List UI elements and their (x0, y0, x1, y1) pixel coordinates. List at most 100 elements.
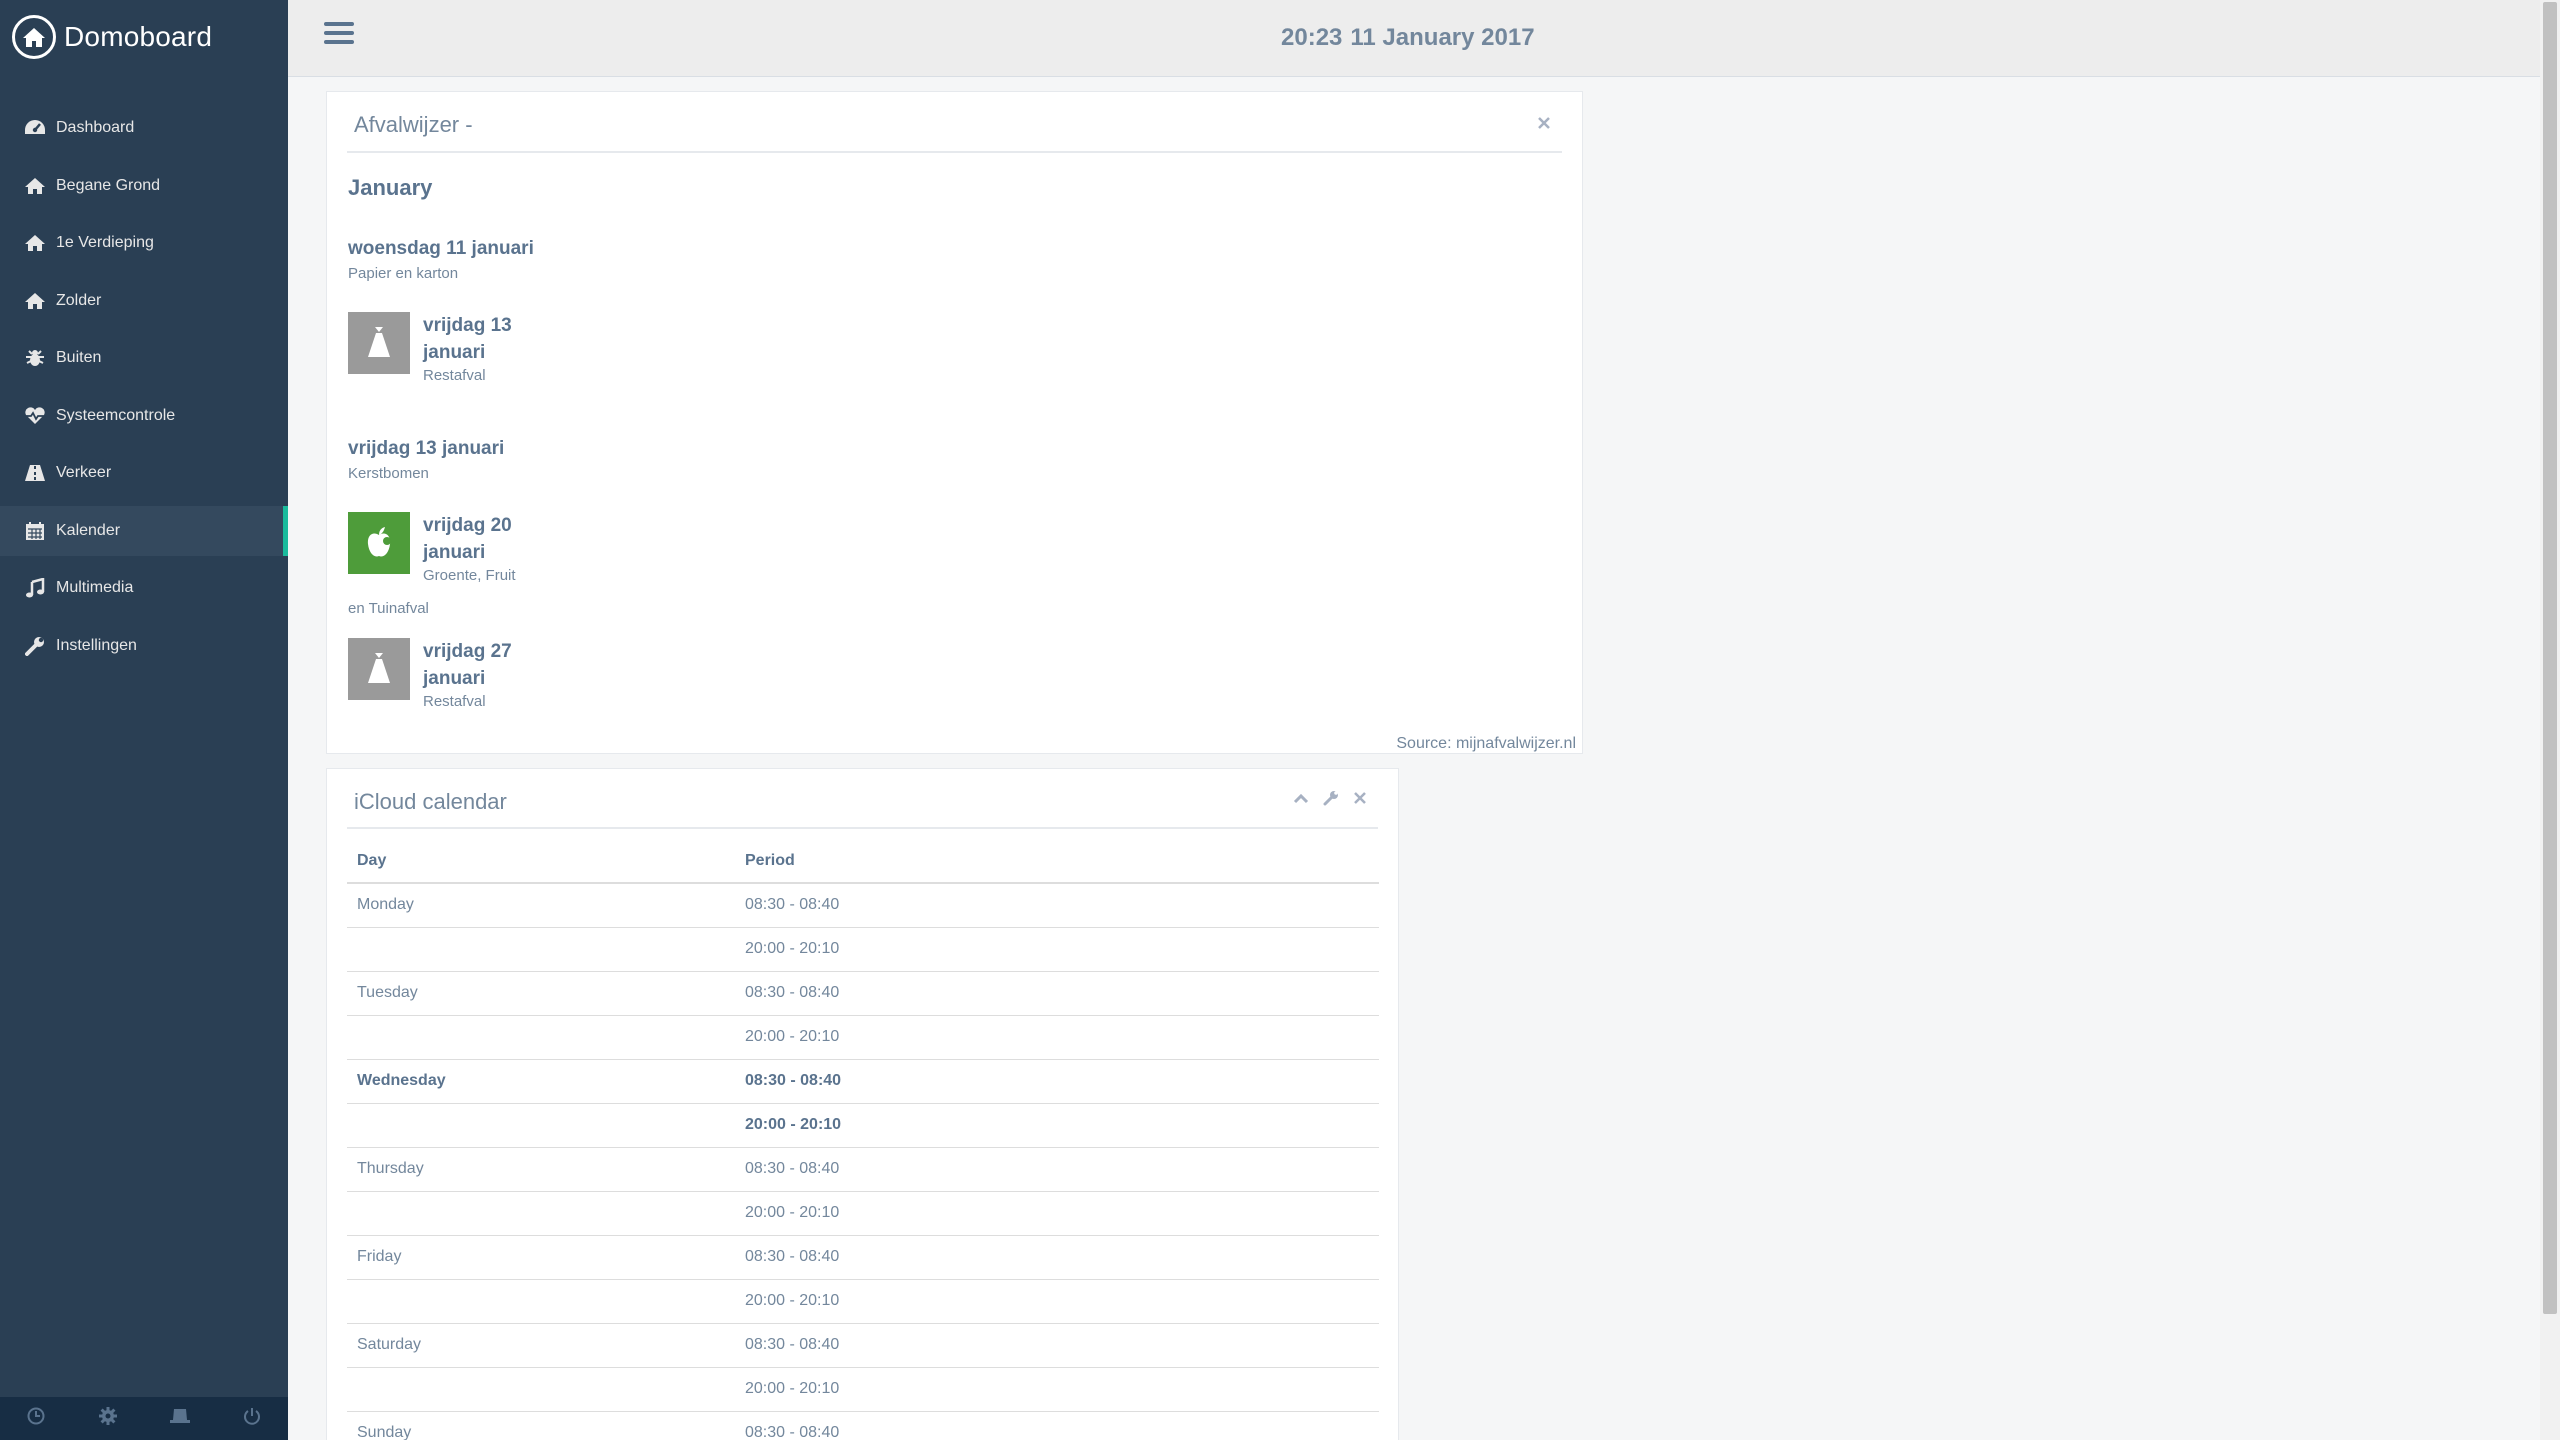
sidebar-footer (0, 1397, 288, 1440)
dashboard-icon (23, 116, 47, 140)
pickup-item: vrijdag 27 januari Restafval (348, 638, 548, 718)
wrench-icon (23, 634, 47, 658)
brand[interactable]: Domoboard (0, 0, 288, 74)
page-scrollbar[interactable] (2540, 0, 2560, 1440)
close-panel-button[interactable] (1349, 789, 1371, 811)
sidebar-item-label: Multimedia (56, 579, 134, 596)
top-nav: 20:23 11 January 2017 (288, 0, 2540, 77)
close-icon (1538, 116, 1550, 134)
sidebar-item-buiten[interactable]: Buiten (0, 333, 288, 383)
heartbeat-icon (23, 404, 47, 428)
sidebar-item-systeemcontrole[interactable]: Systeemcontrole (0, 391, 288, 441)
sidebar-nav: Dashboard Begane Grond 1e Verdieping Zol… (0, 103, 288, 671)
month-heading: January (348, 175, 433, 200)
table-row: Friday 08:30 - 08:40 (347, 1234, 1379, 1279)
day-cell: Friday (347, 1234, 735, 1279)
collection-day-type: Kerstbomen (348, 465, 429, 482)
icloud-calendar-panel: iCloud calendar Day Period Monday 08:30 -… (326, 768, 1399, 1440)
configure-panel-button[interactable] (1320, 789, 1342, 811)
power-icon (243, 1407, 261, 1430)
hamburger-icon (324, 22, 354, 26)
period-cell: 20:00 - 20:10 (735, 1014, 1379, 1059)
sidebar-item-begane-grond[interactable]: Begane Grond (0, 161, 288, 211)
sidebar-item-instellingen[interactable]: Instellingen (0, 621, 288, 671)
period-cell: 08:30 - 08:40 (735, 1058, 1379, 1103)
pickup-date: vrijdag 20 (423, 515, 512, 536)
table-row: Monday 08:30 - 08:40 (347, 882, 1379, 927)
clock-button[interactable] (0, 1397, 72, 1440)
pickup-date: vrijdag 13 (423, 315, 512, 336)
day-cell (347, 1278, 735, 1323)
sidebar-item-multimedia[interactable]: Multimedia (0, 563, 288, 613)
menu-toggle-button[interactable] (324, 22, 354, 48)
day-cell: Thursday (347, 1146, 735, 1191)
gear-icon (98, 1406, 118, 1431)
sidebar-item-label: 1e Verdieping (56, 234, 154, 251)
sidebar-item-zolder[interactable]: Zolder (0, 276, 288, 326)
panel-divider (347, 827, 1378, 829)
pickup-item: vrijdag 13 januari Restafval (348, 312, 548, 392)
table-row: Tuesday 08:30 - 08:40 (347, 970, 1379, 1015)
table-row-today: 20:00 - 20:10 (347, 1102, 1379, 1147)
table-header-row: Day Period (347, 839, 1379, 884)
road-icon (23, 461, 47, 485)
wrench-icon (1323, 790, 1339, 811)
sidebar-item-label: Begane Grond (56, 176, 161, 194)
day-cell (347, 1190, 735, 1235)
sidebar-item-kalender[interactable]: Kalender (0, 505, 288, 556)
collapse-panel-button[interactable] (1290, 789, 1312, 811)
table-row: 20:00 - 20:10 (347, 1278, 1379, 1323)
period-cell: 20:00 - 20:10 (735, 1278, 1379, 1323)
sidebar-item-label: Kalender (56, 521, 121, 539)
bug-icon (23, 346, 47, 370)
hamburger-icon-bar (324, 40, 354, 44)
sidebar-item-verkeer[interactable]: Verkeer (0, 448, 288, 498)
hamburger-icon-bar (324, 31, 354, 35)
day-cell (347, 1014, 735, 1059)
panel-title: Afvalwijzer - (354, 112, 473, 137)
collection-day-heading: vrijdag 13 januari (348, 438, 505, 459)
day-cell: Tuesday (347, 970, 735, 1015)
settings-button[interactable] (72, 1397, 144, 1440)
period-cell: 20:00 - 20:10 (735, 1366, 1379, 1411)
trash-bag-icon (348, 638, 410, 700)
period-cell: 08:30 - 08:40 (735, 1410, 1379, 1440)
pickup-date: januari (423, 342, 486, 363)
hat-button[interactable] (144, 1397, 216, 1440)
power-button[interactable] (216, 1397, 288, 1440)
period-cell: 08:30 - 08:40 (735, 970, 1379, 1015)
day-cell: Saturday (347, 1322, 735, 1367)
day-cell: Wednesday (347, 1058, 735, 1103)
day-cell (347, 926, 735, 971)
apple-icon (348, 512, 410, 574)
scrollbar-thumb[interactable] (2543, 2, 2557, 1314)
period-cell: 08:30 - 08:40 (735, 1234, 1379, 1279)
collection-day-heading: woensdag 11 januari (348, 238, 534, 259)
collection-day-type: Papier en karton (348, 265, 459, 282)
sidebar-item-label: Verkeer (56, 464, 112, 481)
clock-time: 20:23 (1281, 24, 1343, 51)
source-credit: Source: mijnafvalwijzer.nl (1396, 735, 1576, 752)
sidebar-item-label: Systeemcontrole (56, 406, 176, 424)
sidebar-item-label: Instellingen (56, 636, 137, 654)
hat-icon (169, 1407, 191, 1430)
table-row: Thursday 08:30 - 08:40 (347, 1146, 1379, 1191)
table-row: Sunday 08:30 - 08:40 (347, 1410, 1379, 1440)
sidebar-item-dashboard[interactable]: Dashboard (0, 103, 288, 153)
pickup-item: vrijdag 20 januari Groente, Fruit en Tui… (348, 512, 548, 622)
home-icon (23, 174, 47, 198)
sidebar-item-label: Buiten (56, 349, 102, 366)
day-cell (347, 1102, 735, 1147)
clock-display: 20:23 11 January 2017 (1281, 24, 1535, 52)
period-cell: 08:30 - 08:40 (735, 1146, 1379, 1191)
chevron-up-icon (1293, 791, 1309, 809)
table-row: 20:00 - 20:10 (347, 1366, 1379, 1411)
period-cell: 20:00 - 20:10 (735, 1102, 1379, 1147)
sidebar-item-1e-verdieping[interactable]: 1e Verdieping (0, 218, 288, 268)
afvalwijzer-panel: Afvalwijzer - January woensdag 11 januar… (326, 91, 1583, 754)
close-panel-button[interactable] (1533, 114, 1555, 136)
table-row: 20:00 - 20:10 (347, 1014, 1379, 1059)
app-title: Domoboard (64, 21, 213, 52)
period-cell: 08:30 - 08:40 (735, 1322, 1379, 1367)
pickup-type: Restafval (423, 367, 486, 384)
